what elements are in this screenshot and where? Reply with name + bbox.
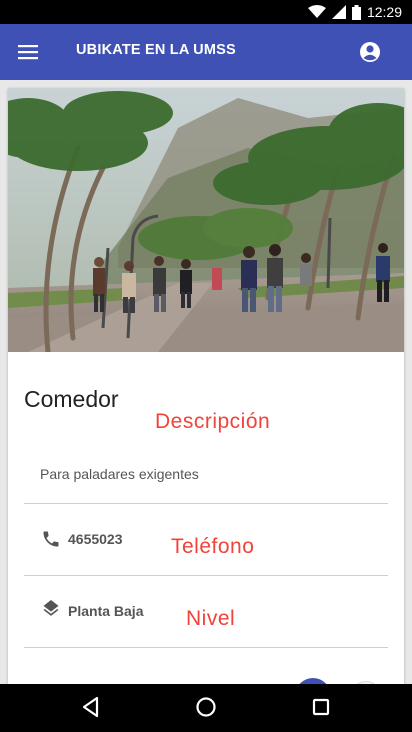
system-navigation-bar (0, 684, 412, 732)
divider (24, 503, 388, 504)
level-annotation: Nivel (186, 607, 236, 630)
divider (24, 575, 388, 576)
place-card: Comedor Descripción Para paladares exige… (8, 88, 404, 684)
content-area[interactable]: Comedor Descripción Para paladares exige… (0, 80, 412, 684)
layers-icon (41, 600, 61, 625)
status-bar: 12:29 (0, 0, 412, 24)
app-title: UBIKATE EN LA UMSS (76, 42, 236, 58)
status-time: 12:29 (366, 4, 402, 20)
wifi-icon (307, 5, 326, 19)
description-annotation: Descripción (155, 410, 271, 433)
signal-icon (331, 5, 346, 19)
back-triangle-icon[interactable] (81, 696, 101, 723)
phone-annotation: Teléfono (171, 535, 255, 558)
place-name: Comedor (24, 386, 119, 412)
phone-icon[interactable] (41, 529, 61, 554)
place-photo (8, 88, 404, 352)
hamburger-menu-icon[interactable] (18, 44, 38, 65)
divider (24, 647, 388, 648)
app-bar: UBIKATE EN LA UMSS (0, 24, 412, 80)
place-level: Planta Baja (68, 603, 144, 619)
place-description: Para paladares exigentes (40, 466, 199, 482)
account-circle-icon[interactable] (359, 41, 381, 68)
home-circle-icon[interactable] (195, 696, 217, 723)
recents-square-icon[interactable] (311, 696, 331, 723)
place-phone[interactable]: 4655023 (68, 531, 123, 547)
battery-icon (351, 4, 361, 20)
